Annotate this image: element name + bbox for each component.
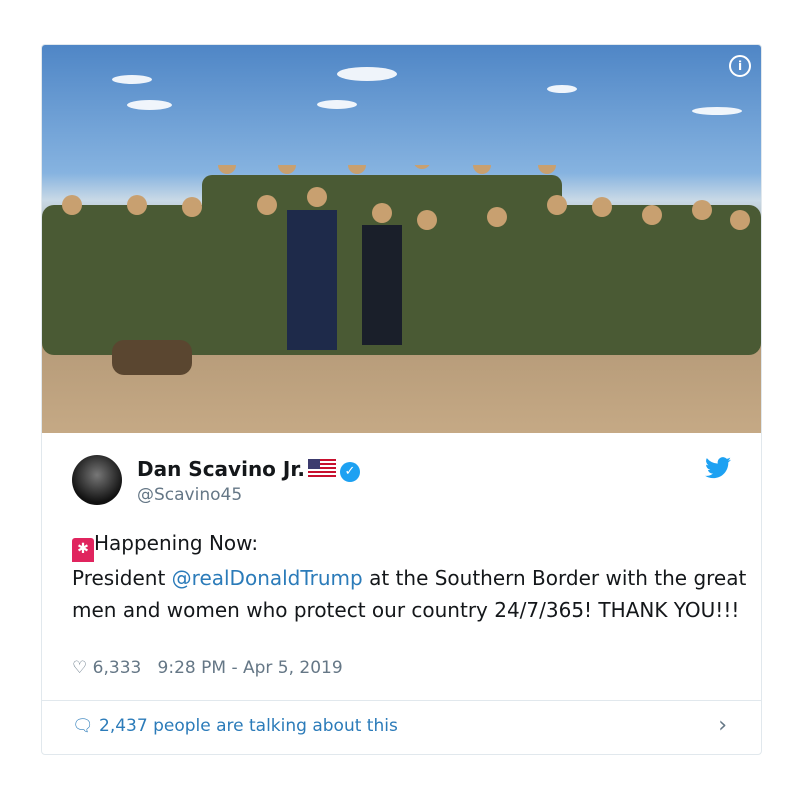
author-name-text[interactable]: Dan Scavino Jr. <box>137 457 305 481</box>
chevron-right-icon[interactable]: › <box>718 713 727 738</box>
author-name[interactable]: Dan Scavino Jr. ✓ <box>137 457 360 482</box>
like-count[interactable]: 6,333 <box>93 658 142 678</box>
cloud <box>547 85 577 93</box>
tweet-text-prefix: President <box>72 566 172 590</box>
group-of-officers <box>42 165 761 375</box>
timestamp-link[interactable]: 9:28 PM - Apr 5, 2019 <box>158 658 343 678</box>
cloud <box>337 67 397 81</box>
tweet-text-line1: Happening Now: <box>94 531 259 555</box>
conversation-link[interactable]: 🗨 2,437 people are talking about this <box>72 716 398 736</box>
verified-badge-icon: ✓ <box>339 462 360 482</box>
author-handle[interactable]: @Scavino45 <box>137 485 242 505</box>
cloud <box>127 100 172 110</box>
divider <box>42 700 761 701</box>
siren-emoji-icon: ✱ <box>72 538 94 562</box>
twitter-bird-icon[interactable] <box>705 457 731 485</box>
tweet-meta: ♡ 6,333 9:28 PM - Apr 5, 2019 <box>72 658 343 678</box>
cloud <box>692 107 742 115</box>
tweet-photo[interactable]: i <box>42 45 761 433</box>
conversation-text[interactable]: 2,437 people are talking about this <box>99 716 398 736</box>
tweet-text: ✱ Happening Now: President @realDonaldTru… <box>72 527 752 626</box>
tweet-embed-card: i Dan Scavino Jr. ✓ @Scavino45 ✱ Happening… <box>41 44 762 755</box>
cloud <box>112 75 152 84</box>
mention-link[interactable]: @realDonaldTrump <box>172 566 363 590</box>
cloud <box>317 100 357 109</box>
info-icon[interactable]: i <box>729 55 751 77</box>
heart-icon[interactable]: ♡ <box>72 658 87 678</box>
us-flag-icon <box>307 459 336 477</box>
avatar[interactable] <box>72 455 122 505</box>
speech-bubble-icon: 🗨 <box>72 716 94 736</box>
